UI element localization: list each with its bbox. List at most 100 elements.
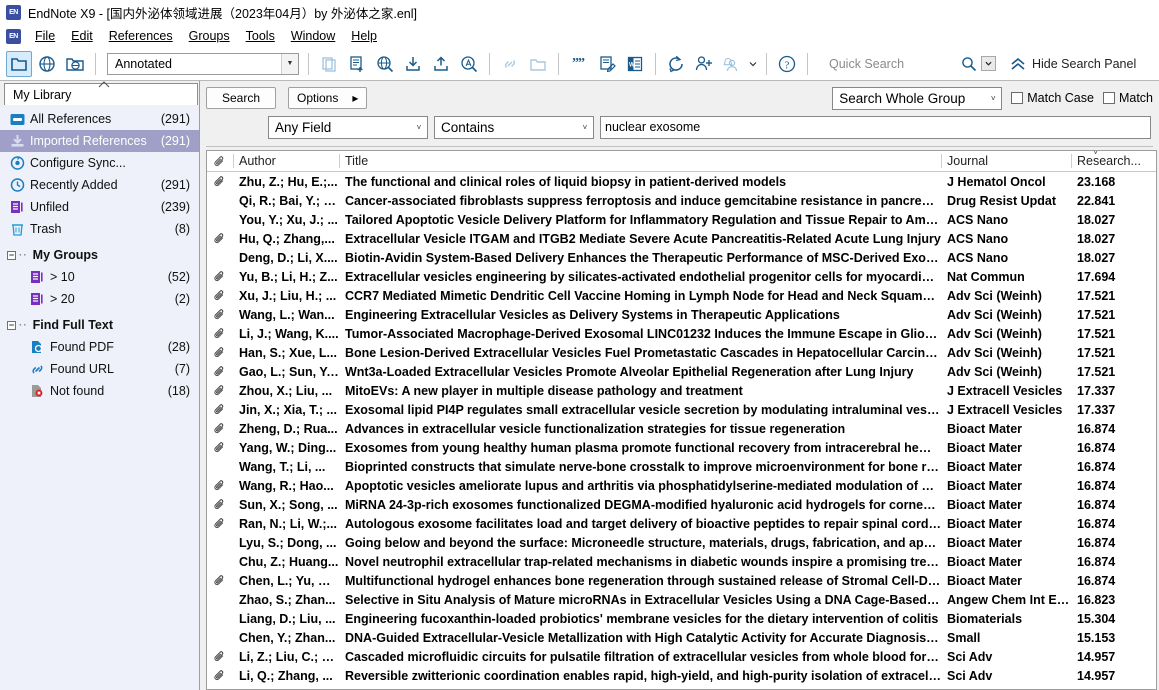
column-header-research-notes[interactable]: ˅ Research... xyxy=(1071,151,1156,171)
menu-file[interactable]: File xyxy=(27,27,63,45)
chevron-down-icon[interactable]: ˅ xyxy=(577,123,593,132)
row-title-cell: Extracellular vesicles engineering by si… xyxy=(339,267,941,286)
table-row[interactable]: Yu, B.; Li, H.; Z... Extracellular vesicl… xyxy=(207,267,1156,286)
search-icon[interactable] xyxy=(961,56,977,72)
options-button[interactable]: Options ▸ xyxy=(288,87,368,109)
sidebar-item-trash[interactable]: Trash (8) xyxy=(0,218,199,240)
share-library-icon[interactable] xyxy=(691,51,717,77)
row-journal-cell: Bioact Mater xyxy=(941,495,1071,514)
online-search-icon[interactable] xyxy=(34,51,60,77)
column-header-attachment[interactable] xyxy=(207,151,233,171)
table-row[interactable]: Zhu, Z.; Hu, E.;... The functional and cl… xyxy=(207,172,1156,191)
quick-search-input[interactable]: Quick Search xyxy=(829,57,957,71)
table-row[interactable]: Han, S.; Xue, L... Bone Lesion-Derived Ex… xyxy=(207,343,1156,362)
table-row[interactable]: Chen, Y.; Zhan... DNA-Guided Extracellula… xyxy=(207,628,1156,647)
table-row[interactable]: You, Y.; Xu, J.; ... Tailored Apoptotic V… xyxy=(207,210,1156,229)
chevron-down-icon[interactable]: ˅ xyxy=(411,123,427,132)
row-attachment-cell xyxy=(207,514,233,533)
match-case-checkbox[interactable]: Match Case xyxy=(1011,91,1094,105)
integrated-library-icon[interactable] xyxy=(62,51,88,77)
table-row[interactable]: Sun, X.; Song, ... MiRNA 24-3p-rich exoso… xyxy=(207,495,1156,514)
search-button[interactable]: Search xyxy=(206,87,276,109)
column-header-journal[interactable]: Journal xyxy=(941,151,1071,171)
import-icon[interactable] xyxy=(400,51,426,77)
sidebar-item-found-url[interactable]: Found URL (7) xyxy=(0,358,199,380)
sidebar-item-group-gt10[interactable]: > 10 (52) xyxy=(0,266,199,288)
search-scope-dropdown[interactable]: Search Whole Group ˅ xyxy=(832,86,1003,110)
row-author-text: Zhao, S.; Zhan... xyxy=(239,592,336,607)
sync-icon[interactable] xyxy=(663,51,689,77)
collapse-expander-icon[interactable]: − xyxy=(7,320,16,330)
column-header-title[interactable]: Title xyxy=(339,151,941,171)
open-folder-icon[interactable] xyxy=(525,51,551,77)
match-words-checkbox-box[interactable] xyxy=(1102,92,1115,104)
menu-edit[interactable]: Edit xyxy=(63,27,101,45)
table-row[interactable]: Zhao, S.; Zhan... Selective in Situ Analy… xyxy=(207,590,1156,609)
table-row[interactable]: Lyu, S.; Dong, ... Going below and beyond… xyxy=(207,533,1156,552)
search-operator-dropdown[interactable]: Contains ˅ xyxy=(434,115,594,139)
find-full-text-icon[interactable] xyxy=(456,51,482,77)
help-icon[interactable]: ? xyxy=(774,51,800,77)
activity-feed-icon[interactable] xyxy=(719,51,745,77)
table-row[interactable]: Wang, L.; Wan... Engineering Extracellula… xyxy=(207,305,1156,324)
match-words-checkbox[interactable]: Match xyxy=(1102,91,1153,105)
table-row[interactable]: Jin, X.; Xia, T.; ... Exosomal lipid PI4P… xyxy=(207,400,1156,419)
collapse-expander-icon[interactable]: − xyxy=(7,250,16,260)
sidebar-collapse-chevron-icon[interactable] xyxy=(98,81,110,88)
sidebar-item-unfiled[interactable]: Unfiled (239) xyxy=(0,196,199,218)
table-row[interactable]: Chu, Z.; Huang... Novel neutrophil extrac… xyxy=(207,552,1156,571)
sidebar-item-not-found[interactable]: Not found (18) xyxy=(0,380,199,402)
table-row[interactable]: Li, Z.; Liu, C.; C... Cascaded microfluid… xyxy=(207,647,1156,666)
quick-search-group[interactable]: Quick Search xyxy=(829,56,996,72)
table-row[interactable]: Wang, T.; Li, ... Bioprinted constructs t… xyxy=(207,457,1156,476)
table-row[interactable]: Gao, L.; Sun, Y.... Wnt3a-Loaded Extracel… xyxy=(207,362,1156,381)
export-icon[interactable] xyxy=(428,51,454,77)
menu-references[interactable]: References xyxy=(101,27,181,45)
new-reference-icon[interactable] xyxy=(344,51,370,77)
table-row[interactable]: Deng, D.; Li, X.... Biotin-Avidin System-… xyxy=(207,248,1156,267)
format-bibliography-icon[interactable]: ”” xyxy=(566,51,592,77)
menu-groups[interactable]: Groups xyxy=(181,27,238,45)
table-row[interactable]: Zhou, X.; Liu, ... MitoEVs: A new player … xyxy=(207,381,1156,400)
table-row[interactable]: Liang, D.; Liu, ... Engineering fucoxanth… xyxy=(207,609,1156,628)
chevron-down-icon[interactable]: ˅ xyxy=(985,94,1001,103)
table-row[interactable]: Li, Q.; Zhang, ... Reversible zwitterioni… xyxy=(207,666,1156,685)
match-case-checkbox-box[interactable] xyxy=(1011,92,1024,104)
table-row[interactable]: Li, J.; Wang, K.... Tumor-Associated Macr… xyxy=(207,324,1156,343)
sidebar-item-imported-references[interactable]: Imported References (291) xyxy=(0,130,199,152)
word-icon[interactable]: W xyxy=(622,51,648,77)
sidebar-item-found-pdf[interactable]: Found PDF (28) xyxy=(0,336,199,358)
sidebar-section-my-groups[interactable]: − ·· My Groups xyxy=(0,244,199,266)
table-row[interactable]: Yang, W.; Ding... Exosomes from young hea… xyxy=(207,438,1156,457)
table-row[interactable]: Qi, R.; Bai, Y.; L... Cancer-associated f… xyxy=(207,191,1156,210)
copy-references-icon[interactable] xyxy=(316,51,342,77)
table-row[interactable]: Wang, R.; Hao... Apoptotic vesicles ameli… xyxy=(207,476,1156,495)
search-term-input[interactable]: nuclear exosome xyxy=(600,115,1151,139)
table-row[interactable]: Hu, Q.; Zhang,... Extracellular Vesicle I… xyxy=(207,229,1156,248)
hide-search-panel-button[interactable]: Hide Search Panel xyxy=(1010,57,1136,71)
sidebar-item-recently-added[interactable]: Recently Added (291) xyxy=(0,174,199,196)
table-row[interactable]: Chen, L.; Yu, C.... Multifunctional hydro… xyxy=(207,571,1156,590)
online-search-mode-icon[interactable] xyxy=(372,51,398,77)
menu-help[interactable]: Help xyxy=(343,27,385,45)
row-author-cell: Chen, Y.; Zhan... xyxy=(233,628,339,647)
open-library-icon[interactable] xyxy=(6,50,32,77)
menu-window[interactable]: Window xyxy=(283,27,343,45)
sidebar-item-group-gt20[interactable]: > 20 (2) xyxy=(0,288,199,310)
edit-citation-icon[interactable] xyxy=(594,51,620,77)
quick-search-options-chevron-down-icon[interactable] xyxy=(981,56,996,71)
chevron-down-icon[interactable]: ▼ xyxy=(281,53,298,74)
sidebar-item-all-references[interactable]: All References (291) xyxy=(0,108,199,130)
sidebar-section-find-full-text[interactable]: − ·· Find Full Text xyxy=(0,314,199,336)
insert-citation-icon[interactable] xyxy=(497,51,523,77)
sidebar-item-configure-sync[interactable]: Configure Sync... xyxy=(0,152,199,174)
search-field-dropdown[interactable]: Any Field ˅ xyxy=(268,115,428,139)
output-style-dropdown[interactable]: Annotated ▼ xyxy=(107,52,299,75)
table-row[interactable]: Xu, J.; Liu, H.; ... CCR7 Mediated Mimeti… xyxy=(207,286,1156,305)
table-row[interactable]: Ran, N.; Li, W.;... Autologous exosome fa… xyxy=(207,514,1156,533)
menu-tools[interactable]: Tools xyxy=(238,27,283,45)
activity-feed-chevron-down-icon[interactable] xyxy=(747,51,759,77)
table-row[interactable]: Zheng, D.; Rua... Advances in extracellul… xyxy=(207,419,1156,438)
column-header-author[interactable]: Author xyxy=(233,151,339,171)
paperclip-icon xyxy=(213,289,226,302)
